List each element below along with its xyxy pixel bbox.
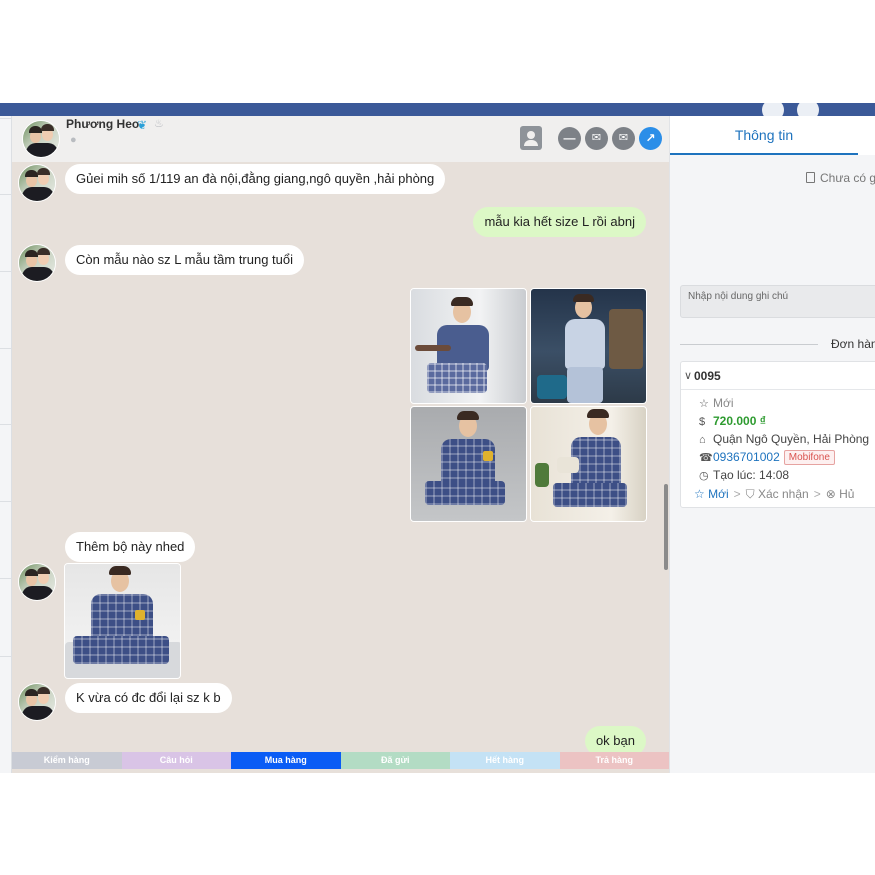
- step-confirm-label: Xác nhận: [757, 487, 809, 501]
- top-app-bar: [0, 99, 875, 121]
- tag-da-gui[interactable]: Đã gửi: [340, 752, 450, 769]
- order-address-value: Quận Ngô Quyền, Hải Phòng: [713, 432, 870, 446]
- info-tabs: Thông tin: [670, 116, 875, 155]
- step-cancel[interactable]: ⊗ Hủ: [826, 487, 855, 501]
- tab-info[interactable]: Thông tin: [670, 116, 858, 155]
- app-screen: Phương Heo ❦ ♨ ● — ✉ ✉ ↗ Gủei mih số 1/1…: [0, 0, 875, 875]
- chat-header: Phương Heo ❦ ♨ ● — ✉ ✉ ↗: [12, 116, 669, 162]
- order-phone-value[interactable]: 0936701002: [713, 450, 780, 464]
- order-code: 0095: [694, 369, 721, 383]
- message-bubble[interactable]: Thêm bộ này nhed: [65, 532, 196, 562]
- clock-icon: ◷: [699, 470, 709, 482]
- external-link-icon[interactable]: ↗: [639, 127, 662, 150]
- contact-card-icon[interactable]: [520, 126, 542, 150]
- chat-scrollbar[interactable]: [664, 484, 668, 570]
- carrier-badge: Mobifone: [783, 450, 835, 465]
- step-new[interactable]: ☆ Mới: [694, 487, 729, 501]
- order-price-value: 720.000 ₫: [713, 414, 766, 428]
- tag-kiem-hang[interactable]: Kiểm hàng: [12, 752, 122, 769]
- order-status: ☆ Mới: [699, 396, 734, 410]
- product-photo[interactable]: [410, 288, 527, 404]
- chevron-down-icon[interactable]: ∨: [684, 369, 692, 382]
- product-photo[interactable]: [530, 288, 647, 404]
- order-created: ◷ Tạo lúc: 14:08: [699, 468, 789, 482]
- order-price: $720.000 ₫: [699, 414, 766, 428]
- order-phone: ☎0936701002 Mobifone: [699, 450, 835, 465]
- order-created-value: Tạo lúc: 14:08: [713, 468, 790, 482]
- tag-tra-hang[interactable]: Trả hàng: [559, 752, 669, 769]
- message-avatar[interactable]: [18, 244, 56, 282]
- dollar-icon: $: [699, 416, 706, 428]
- conversation-list-edge[interactable]: [0, 116, 12, 773]
- order-status-label: Mới: [713, 396, 734, 410]
- divider: [680, 344, 818, 345]
- step-confirm[interactable]: ⛉ Xác nhận: [746, 487, 809, 501]
- message-bubble[interactable]: mẫu kia hết size L rồi abnj: [473, 207, 646, 237]
- note-input[interactable]: Nhập nội dung ghi chú: [680, 285, 875, 318]
- leaf-icon: ❦: [137, 118, 148, 132]
- no-note-label: Chưa có g: [820, 171, 875, 185]
- step-new-label: Mới: [708, 487, 729, 501]
- step-cancel-label: Hủ: [839, 487, 855, 501]
- chat-panel: Phương Heo ❦ ♨ ● — ✉ ✉ ↗ Gủei mih số 1/1…: [12, 116, 669, 773]
- order-header[interactable]: ∨ 0095: [681, 362, 875, 390]
- mail-icon[interactable]: ✉: [612, 127, 635, 150]
- birthday-cake-icon: ♨: [154, 118, 164, 130]
- product-photo[interactable]: [410, 406, 527, 522]
- phone-icon: ☎: [699, 452, 713, 464]
- mail-open-icon[interactable]: ✉: [585, 127, 608, 150]
- message-bubble[interactable]: K vừa có đc đổi lại sz k b: [65, 683, 232, 713]
- tag-het-hang[interactable]: Hết hàng: [450, 752, 560, 769]
- order-steps: ☆ Mới > ⛉ Xác nhận > ⊗ Hủ: [694, 487, 855, 501]
- contact-avatar[interactable]: [22, 120, 60, 158]
- message-avatar[interactable]: [18, 164, 56, 202]
- tag-cau-hoi[interactable]: Câu hỏi: [121, 752, 231, 769]
- message-avatar[interactable]: [18, 563, 56, 601]
- person-icon[interactable]: ●: [70, 134, 77, 146]
- message-bubble[interactable]: Còn mẫu nào sz L mẫu tầm trung tuổi: [65, 245, 305, 275]
- tag-mua-hang[interactable]: Mua hàng: [231, 752, 341, 769]
- product-photo[interactable]: [530, 406, 647, 522]
- info-panel: Thông tin Chưa có g Nhập nội dung ghi ch…: [669, 116, 875, 773]
- order-card[interactable]: ∨ 0095 ☆ Mới $720.000 ₫ ⌂ Quận Ngô Quyền, …: [680, 361, 875, 508]
- contact-name[interactable]: Phương Heo: [66, 117, 139, 131]
- message-bubble[interactable]: Gủei mih số 1/119 an đà nội,đằng giang,n…: [65, 164, 446, 194]
- orders-title: Đơn hàn: [831, 337, 875, 351]
- product-photo[interactable]: [64, 563, 181, 679]
- minus-icon[interactable]: —: [558, 127, 581, 150]
- no-note-text: Chưa có g: [806, 171, 875, 185]
- order-address: ⌂ Quận Ngô Quyền, Hải Phòng: [699, 432, 869, 446]
- tag-bar: Kiểm hàng Câu hỏi Mua hàng Đã gửi Hết hà…: [12, 752, 669, 769]
- document-icon: [806, 172, 815, 183]
- message-avatar[interactable]: [18, 683, 56, 721]
- home-icon: ⌂: [699, 434, 706, 446]
- star-outline-icon: ☆: [699, 398, 709, 410]
